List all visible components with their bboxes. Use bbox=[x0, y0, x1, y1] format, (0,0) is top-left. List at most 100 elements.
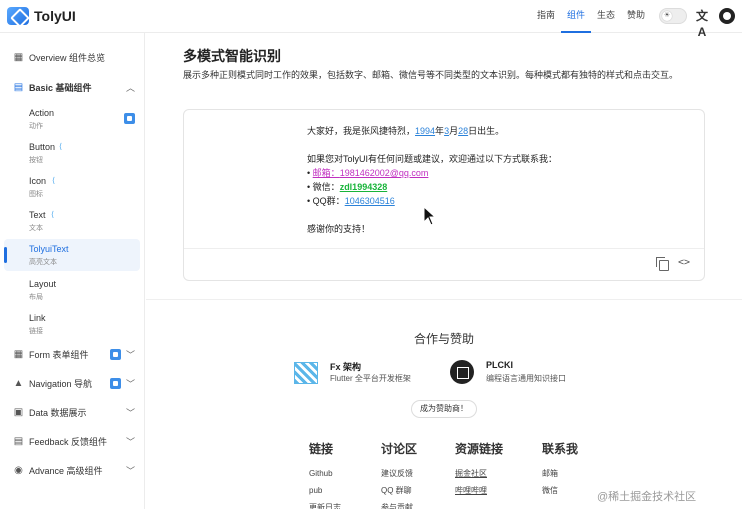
sidebar-group-label: Feedback 反馈组件 bbox=[29, 436, 108, 447]
chevron-down-icon: ﹀ bbox=[126, 407, 136, 418]
sidebar-group-label: Advance 高级组件 bbox=[29, 465, 103, 476]
sponsor-fx[interactable]: Fx 架构 Flutter 全平台开发框架 bbox=[294, 360, 434, 386]
palette-icon: ◉ bbox=[14, 464, 23, 476]
sidebar-item-button[interactable]: Button ⟨ 按钮 bbox=[4, 137, 140, 169]
text-segment: 月 bbox=[449, 126, 459, 136]
sponsor-name: PLCKI bbox=[486, 360, 513, 370]
footer-link-contribute[interactable]: 参与贡献 bbox=[381, 499, 417, 509]
translate-icon[interactable]: 文A bbox=[694, 8, 710, 39]
footer-link-qq-group[interactable]: QQ 群聊 bbox=[381, 482, 417, 499]
text-segment: 大家好，我是张风捷特烈， bbox=[307, 126, 416, 136]
layers-icon: ▤ bbox=[13, 81, 24, 93]
day-number-link[interactable]: 28 bbox=[458, 126, 468, 136]
sidebar: ▦ Overview 组件总览 ▤ Basic 基础组件 ︿ Action 动作… bbox=[0, 33, 145, 509]
sidebar-item-label: Overview 组件总览 bbox=[29, 52, 106, 63]
sponsor-desc: 编程语言通用知识接口 bbox=[486, 374, 566, 383]
sidebar-item-title: Action bbox=[29, 108, 55, 118]
data-icon: ▣ bbox=[13, 406, 24, 418]
copy-icon[interactable] bbox=[656, 257, 669, 271]
footer-link-github[interactable]: Github bbox=[309, 465, 341, 482]
sidebar-item-icon[interactable]: Icon ⟨ 图标 bbox=[4, 171, 140, 203]
sidebar-item-title: Link bbox=[29, 313, 46, 323]
tolyui-logo-icon[interactable] bbox=[7, 7, 29, 25]
sponsor-plcki[interactable]: PLCKI 编程语言通用知识接口 bbox=[450, 360, 590, 386]
sidebar-item-title: TolyuiText bbox=[29, 244, 69, 254]
thanks-line: 感谢你的支持！ bbox=[307, 224, 371, 234]
code-icon[interactable]: <> bbox=[678, 257, 690, 268]
chevron-down-icon: ﹀ bbox=[126, 436, 136, 447]
wechat-line: • 微信：zdl1994328 bbox=[307, 180, 667, 194]
feedback-icon: ▤ bbox=[13, 435, 24, 447]
nav-ecosystem[interactable]: 生态 bbox=[591, 0, 621, 33]
footer-heading: 讨论区 bbox=[381, 442, 418, 456]
sidebar-item-subtitle: 高亮文本 bbox=[29, 259, 57, 266]
sidebar-group-data[interactable]: ▣ Data 数据展示 ﹀ bbox=[0, 400, 145, 424]
chevron-down-icon: ﹀ bbox=[126, 378, 136, 389]
footer-link-pub[interactable]: pub bbox=[309, 482, 341, 499]
footer-link-wechat[interactable]: 微信 bbox=[542, 482, 578, 499]
sidebar-group-basic[interactable]: ▤ Basic 基础组件 ︿ bbox=[0, 75, 145, 99]
sidebar-group-form[interactable]: ▦ Form 表单组件 ﹀ bbox=[0, 342, 145, 366]
qq-link[interactable]: 1046304516 bbox=[345, 196, 395, 206]
demo-card: 大家好，我是张风捷特烈，1994年3月28日出生。 如果您对TolyUI有任何问… bbox=[183, 109, 705, 281]
sidebar-item-subtitle: 图标 bbox=[29, 191, 43, 198]
github-icon[interactable] bbox=[719, 8, 735, 24]
theme-toggle[interactable]: ☀ bbox=[659, 8, 687, 24]
footer-heading: 链接 bbox=[309, 442, 334, 456]
sidebar-group-label: Data 数据展示 bbox=[29, 407, 87, 418]
mouse-cursor-icon bbox=[423, 206, 437, 226]
watermark: @稀土掘金技术社区 bbox=[597, 491, 697, 503]
sidebar-group-advance[interactable]: ◉ Advance 高级组件 ﹀ bbox=[0, 458, 145, 482]
become-sponsor-button[interactable]: 成为赞助商！ bbox=[411, 400, 477, 418]
flutter-icon: ⟨ bbox=[52, 176, 56, 185]
sidebar-item-overview[interactable]: ▦ Overview 组件总览 bbox=[0, 45, 145, 69]
sidebar-item-link[interactable]: Link 链接 bbox=[4, 308, 140, 340]
page-description: 展示多种正则模式同时工作的效果，包括数字、邮箱、微信号等不同类型的文本识别。每种… bbox=[183, 70, 679, 80]
sponsor-name: Fx 架构 bbox=[330, 362, 362, 372]
plcki-logo-icon bbox=[450, 360, 474, 384]
sidebar-item-layout[interactable]: Layout 布局 bbox=[4, 274, 140, 306]
wechat-link[interactable]: zdl1994328 bbox=[340, 182, 388, 192]
nav-sponsor[interactable]: 赞助 bbox=[621, 0, 651, 33]
footer-link-bilibili[interactable]: 哔哩哔哩 bbox=[455, 482, 503, 499]
fx-logo-icon bbox=[294, 362, 318, 384]
bullet: • bbox=[307, 182, 311, 192]
new-badge-icon bbox=[110, 348, 121, 360]
sidebar-group-label: Navigation 导航 bbox=[29, 378, 93, 389]
contact-line: 如果您对TolyUI有任何问题或建议，欢迎通过以下方式联系我： bbox=[307, 154, 558, 164]
nav-guide[interactable]: 指南 bbox=[531, 0, 561, 33]
nav-components[interactable]: 组件 bbox=[561, 0, 592, 33]
sidebar-group-label: Basic 基础组件 bbox=[29, 82, 92, 93]
grid-icon: ▦ bbox=[13, 51, 24, 63]
top-nav: 指南 组件 生态 赞助 bbox=[531, 0, 651, 33]
new-badge-icon bbox=[110, 377, 121, 389]
footer-heading: 联系我 bbox=[542, 442, 579, 456]
sidebar-group-navigation[interactable]: ▲ Navigation 导航 ﹀ bbox=[0, 371, 145, 395]
footer-link-juejin[interactable]: 掘金社区 bbox=[455, 465, 503, 482]
email-link[interactable]: 1981462002@qq.com bbox=[340, 168, 429, 178]
divider bbox=[146, 299, 742, 300]
wechat-label: 微信： bbox=[312, 182, 340, 192]
brand-name[interactable]: TolyUI bbox=[34, 8, 76, 24]
page-title: 多模式智能识别 bbox=[183, 48, 281, 64]
new-badge-icon bbox=[124, 113, 135, 124]
highlight-text-demo: 大家好，我是张风捷特烈，1994年3月28日出生。 如果您对TolyUI有任何问… bbox=[307, 124, 667, 236]
intro-line: 大家好，我是张风捷特烈，1994年3月28日出生。 bbox=[307, 124, 667, 138]
text-segment: 年 bbox=[435, 126, 445, 136]
sun-icon: ☀ bbox=[662, 11, 672, 21]
year-number-link[interactable]: 1994 bbox=[415, 126, 435, 136]
footer-link-changelog[interactable]: 更新日志 bbox=[309, 499, 341, 509]
chevron-up-icon: ︿ bbox=[126, 82, 136, 93]
top-bar: TolyUI 指南 组件 生态 赞助 ☀ 文A bbox=[0, 0, 742, 39]
sidebar-item-action[interactable]: Action 动作 bbox=[4, 103, 140, 135]
sidebar-group-feedback[interactable]: ▤ Feedback 反馈组件 ﹀ bbox=[0, 429, 145, 453]
footer-col-resources: 资源链接 掘金社区 哔哩哔哩 bbox=[455, 440, 503, 499]
active-indicator bbox=[4, 247, 7, 263]
footer-link-feedback[interactable]: 建议反馈 bbox=[381, 465, 417, 482]
sidebar-item-subtitle: 按钮 bbox=[29, 157, 43, 164]
footer-link-email[interactable]: 邮箱 bbox=[542, 465, 578, 482]
sidebar-item-tolyuitext[interactable]: TolyuiText 高亮文本 bbox=[4, 239, 140, 271]
sidebar-item-text[interactable]: Text ⟨ 文本 bbox=[4, 205, 140, 237]
main-content: 多模式智能识别 展示多种正则模式同时工作的效果，包括数字、邮箱、微信号等不同类型… bbox=[146, 33, 742, 509]
sidebar-item-title: Button bbox=[29, 142, 56, 152]
